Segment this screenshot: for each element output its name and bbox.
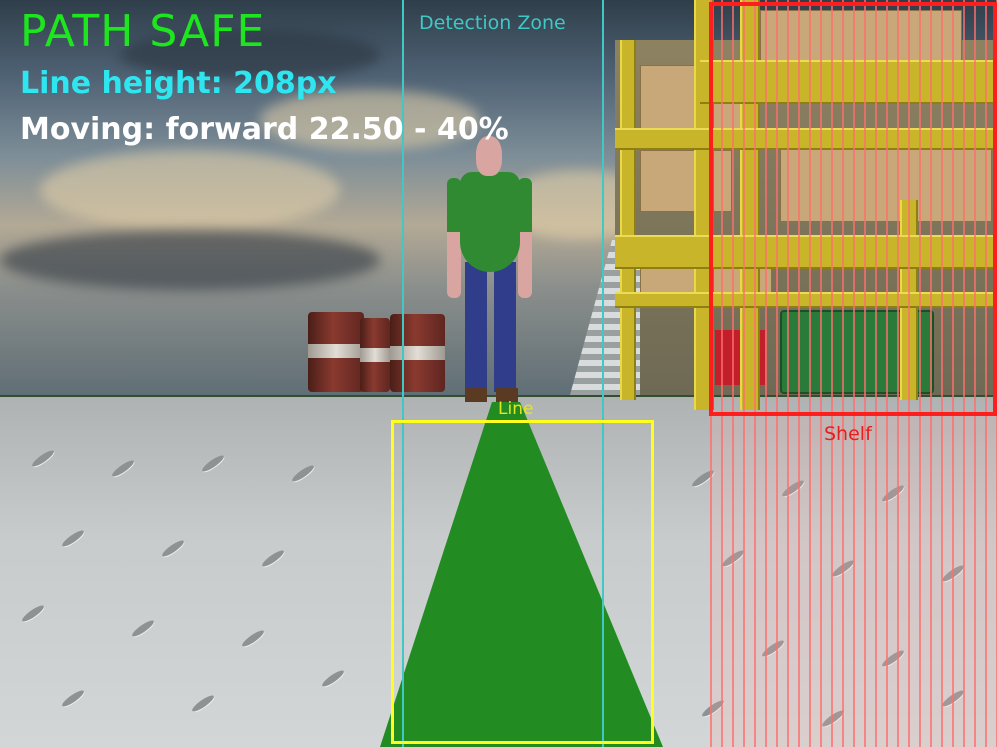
path-status: PATH SAFE	[20, 6, 266, 57]
shelf-bounding-box	[709, 2, 997, 416]
line-label: Line	[498, 399, 534, 419]
detection-zone-label: Detection Zone	[419, 12, 566, 34]
motion-readout: Moving: forward 22.50 - 40%	[20, 112, 509, 147]
shelf-label: Shelf	[824, 423, 872, 445]
line-bounding-box	[391, 420, 654, 744]
camera-view: Shelf Detection Zone Line PATH SAFE Line…	[0, 0, 997, 747]
line-height-readout: Line height: 208px	[20, 66, 337, 101]
